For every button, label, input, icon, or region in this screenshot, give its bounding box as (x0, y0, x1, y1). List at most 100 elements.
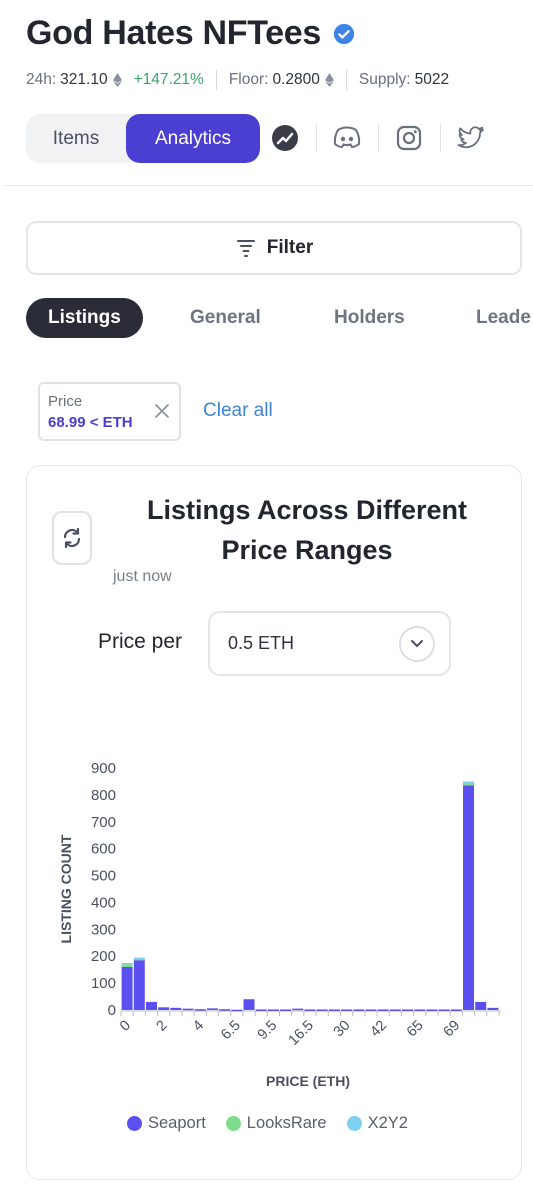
view-tabs: Items Analytics (26, 114, 260, 163)
discord-icon[interactable] (330, 120, 364, 156)
y-tick-label: 700 (91, 814, 116, 831)
y-tick-label: 500 (91, 868, 116, 885)
bar-seaport (475, 1001, 487, 1010)
collection-stats: 24h: 321.10 +147.21% Floor: 0.2800 Suppl… (26, 70, 449, 90)
eth-icon (112, 73, 122, 87)
bar-seaport (121, 966, 133, 1010)
y-tick-label: 600 (91, 841, 116, 858)
bar-seaport (170, 1007, 182, 1010)
bar-seaport (365, 1009, 377, 1011)
bar-x2y2 (121, 962, 133, 965)
bar-seaport (414, 1009, 426, 1011)
y-axis-title: LISTING COUNT (58, 834, 74, 943)
twitter-icon[interactable] (454, 120, 488, 156)
bar-seaport (402, 1009, 414, 1011)
x-tick-label: 42 (367, 1018, 390, 1041)
bar-seaport (145, 1001, 157, 1010)
bar-x2y2 (463, 781, 475, 783)
bar-seaport (377, 1009, 389, 1011)
analytics-chart-icon[interactable] (268, 120, 302, 156)
bar-seaport (219, 1009, 231, 1011)
x-tick-label: 65 (404, 1018, 427, 1041)
stats-divider (215, 70, 217, 90)
bar-looksrare (121, 964, 133, 967)
bar-seaport (316, 1009, 328, 1011)
collection-title: God Hates NFTees (26, 14, 321, 52)
bar-seaport (280, 1009, 292, 1011)
legend-dot (127, 1116, 142, 1131)
x-tick-label: 2 (154, 1018, 171, 1035)
x-tick-label: 6.5 (218, 1018, 244, 1044)
bar-seaport (426, 1009, 438, 1011)
chart-legend: Seaport LooksRare X2Y2 (127, 1114, 428, 1133)
bar-seaport (267, 1009, 279, 1011)
tab-analytics[interactable]: Analytics (126, 114, 260, 163)
x-tick-label: 69 (441, 1018, 464, 1041)
subtab-general[interactable]: General (190, 298, 261, 338)
tab-items[interactable]: Items (26, 114, 126, 163)
legend-item-seaport[interactable]: Seaport (127, 1114, 206, 1133)
bar-seaport (438, 1009, 450, 1011)
y-tick-label: 0 (108, 1002, 116, 1019)
bar-seaport (255, 1009, 267, 1011)
floor-value: 0.2800 (272, 71, 320, 88)
bar-seaport (341, 1009, 353, 1011)
bar-seaport (206, 1008, 218, 1010)
subtab-holders[interactable]: Holders (334, 298, 405, 338)
legend-label: Seaport (148, 1114, 206, 1132)
y-tick-label: 200 (91, 948, 116, 965)
y-tick-label: 300 (91, 921, 116, 938)
verified-badge-icon (333, 23, 355, 44)
bar-seaport (353, 1009, 365, 1011)
bar-seaport (158, 1007, 170, 1010)
bar-seaport (133, 960, 145, 1010)
bar-seaport (243, 999, 255, 1010)
filter-label: Filter (266, 237, 314, 258)
legend-item-looksrare[interactable]: LooksRare (225, 1114, 327, 1133)
y-tick-label: 100 (91, 975, 116, 992)
clear-all-link[interactable]: Clear all (203, 400, 273, 422)
legend-dot (225, 1116, 241, 1131)
x-tick-label: 9.5 (255, 1018, 281, 1044)
social-divider (378, 124, 379, 152)
legend-label: LooksRare (246, 1114, 327, 1132)
filter-button[interactable]: Filter (26, 221, 522, 275)
x-axis-title: PRICE (ETH) (266, 1073, 350, 1089)
header-divider (4, 185, 533, 186)
legend-dot (346, 1116, 362, 1131)
social-divider (440, 124, 441, 152)
bar-seaport (389, 1009, 401, 1011)
bar-seaport (487, 1007, 499, 1010)
eth-icon (324, 73, 334, 87)
filter-icon (236, 240, 255, 257)
collection-header: God Hates NFTees (26, 14, 355, 53)
x-tick-label: 16.5 (286, 1018, 317, 1049)
analytics-subtabs: Listings General Holders Leade (26, 298, 533, 338)
supply-label: Supply: (358, 71, 411, 88)
y-tick-label: 400 (91, 894, 116, 911)
volume-label: 24h: (26, 71, 57, 88)
subtab-leaderboard[interactable]: Leade (476, 298, 531, 338)
close-icon[interactable] (155, 404, 169, 418)
bar-seaport (463, 785, 475, 1010)
bar-seaport (182, 1008, 194, 1011)
legend-item-x2y2[interactable]: X2Y2 (346, 1114, 408, 1133)
instagram-icon[interactable] (392, 120, 426, 156)
listings-bar-chart: 0 100 200 300 400 500 600 700 800 900 LISTING COUN… (58, 760, 501, 1089)
y-tick-label: 800 (91, 787, 116, 804)
floor-label: Floor: (228, 71, 269, 88)
supply-value: 5022 (414, 71, 450, 88)
bar-seaport (194, 1009, 206, 1011)
bar-x2y2 (133, 957, 145, 960)
volume-value: 321.10 (60, 71, 108, 88)
bar-seaport (304, 1009, 316, 1011)
y-tick-label: 900 (91, 760, 116, 777)
x-tick-label: 4 (190, 1018, 207, 1035)
stats-divider (345, 70, 347, 90)
x-tick-label: 30 (331, 1018, 354, 1041)
bar-seaport (231, 1009, 243, 1012)
bar-seaport (328, 1009, 340, 1011)
volume-change: +147.21% (133, 71, 204, 88)
social-divider (316, 124, 317, 152)
subtab-listings[interactable]: Listings (26, 298, 143, 338)
